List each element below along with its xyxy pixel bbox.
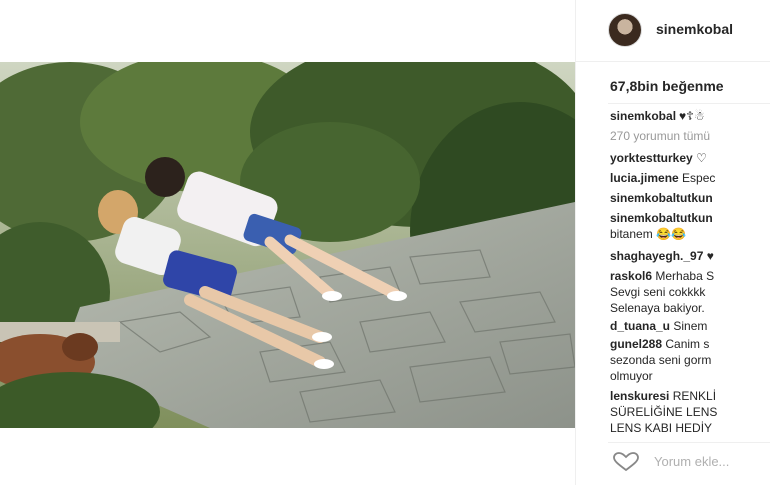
comment-username[interactable]: sinemkobaltutkun xyxy=(610,191,713,205)
add-comment-input[interactable]: Yorum ekle... xyxy=(654,454,729,469)
post-sidebar: sinemkobal 67,8bin beğenme sinemkobal ♥☦☃… xyxy=(576,0,770,485)
comment-continuation: bitanem 😂😂 xyxy=(610,226,686,242)
comment-row: raskol6 Merhaba S xyxy=(610,268,714,284)
comment-username[interactable]: shaghayegh._97 xyxy=(610,249,703,263)
comment-row: lenskuresi RENKLİ xyxy=(610,388,716,404)
comment-continuation: Sevgi seni cokkkk xyxy=(610,284,705,300)
comment-continuation: Selenaya bakiyor. xyxy=(610,300,705,316)
comment-username[interactable]: yorktestturkey xyxy=(610,151,693,165)
comment-row: sinemkobaltutkun xyxy=(610,190,713,206)
comment-text: Sinem xyxy=(673,319,708,333)
comment-text: sezonda seni gorm xyxy=(610,353,712,367)
comment-text: Espec xyxy=(682,171,716,185)
comment-text: RENKLİ xyxy=(672,389,717,403)
comment-continuation: sezonda seni gorm xyxy=(610,352,711,368)
comment-username[interactable]: raskol6 xyxy=(610,269,652,283)
comment-username[interactable]: lucia.jimene xyxy=(610,171,679,185)
comment-text: LENS KABI HEDİY xyxy=(610,421,713,435)
comment-continuation: SÜRELİĞİNE LENS xyxy=(610,404,717,420)
comment-text: Merhaba S xyxy=(655,269,715,283)
comment-text: bitanem 😂😂 xyxy=(610,227,686,241)
comment-text: ♥ xyxy=(706,249,714,263)
heart-outline-icon[interactable] xyxy=(612,452,640,472)
caption-emoji: ♥☦☃ xyxy=(679,109,705,123)
like-count[interactable]: 67,8bin beğenme xyxy=(610,78,724,94)
comment-username[interactable]: sinemkobaltutkun xyxy=(610,211,713,225)
comment-row: lucia.jimene Espec xyxy=(610,170,715,186)
comment-username[interactable]: gunel288 xyxy=(610,337,662,351)
comment-text: Selenaya bakiyor. xyxy=(610,301,705,315)
comment-row: d_tuana_u Sinem xyxy=(610,318,707,334)
comment-username[interactable]: lenskuresi xyxy=(610,389,669,403)
comment-row: shaghayegh._97 ♥ xyxy=(610,248,714,264)
post-author-username[interactable]: sinemkobal xyxy=(656,21,733,37)
comment-row: gunel288 Canim s xyxy=(610,336,709,352)
post-header: sinemkobal xyxy=(576,0,770,62)
caption-username[interactable]: sinemkobal xyxy=(610,109,676,123)
comment-text: Canim s xyxy=(665,337,710,351)
likes-divider xyxy=(608,103,770,104)
comment-text: olmuyor xyxy=(610,369,653,383)
post-photo[interactable] xyxy=(0,62,575,428)
comment-row: sinemkobaltutkun xyxy=(610,210,713,226)
comment-row: yorktestturkey ♡ xyxy=(610,150,707,166)
caption: sinemkobal ♥☦☃ xyxy=(610,108,705,124)
comment-continuation: LENS KABI HEDİY xyxy=(610,420,712,436)
comment-text: SÜRELİĞİNE LENS xyxy=(610,405,718,419)
avatar[interactable] xyxy=(608,13,642,47)
footer-divider xyxy=(608,442,770,443)
comment-username[interactable]: d_tuana_u xyxy=(610,319,670,333)
comment-text: ♡ xyxy=(696,151,707,165)
comment-continuation: olmuyor xyxy=(610,368,653,384)
comment-text: Sevgi seni cokkkk xyxy=(610,285,706,299)
load-more-comments[interactable]: 270 yorumun tümü xyxy=(610,128,710,144)
